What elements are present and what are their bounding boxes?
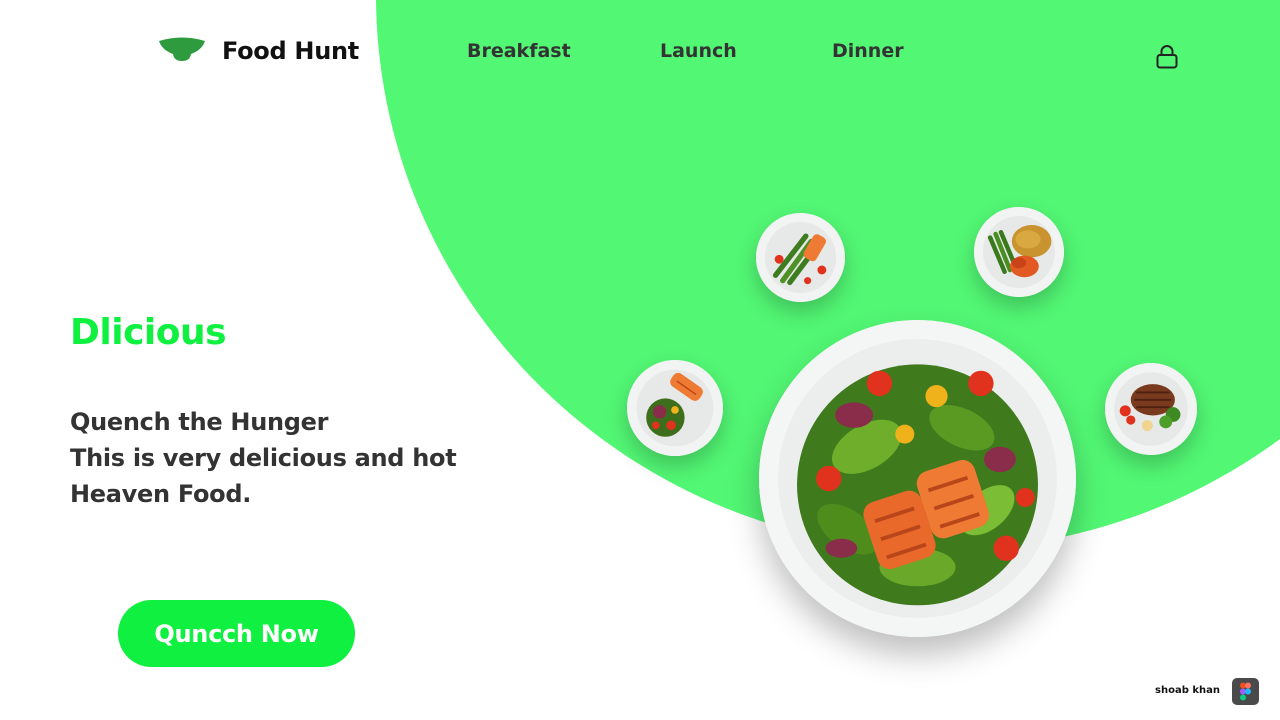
salmon-greens-plate[interactable] [627,360,723,456]
hero-line: Quench the Hunger [70,408,329,436]
hero-description: Quench the Hunger This is very delicious… [70,404,490,512]
landing-page: Food Hunt Breakfast Launch Dinner Dlicio… [0,0,1280,720]
hero-title: Dlicious [70,312,227,353]
figma-icon[interactable] [1232,678,1259,705]
main-nav: Breakfast Launch Dinner [0,40,1280,66]
author-credit: shoab khan [1155,685,1220,696]
salmon-salad-main-plate[interactable] [759,320,1076,637]
nav-item-dinner[interactable]: Dinner [832,40,904,62]
hero-line: Heaven Food. [70,480,252,508]
hero-line: This is very delicious and hot [70,444,457,472]
lock-icon[interactable] [1155,44,1179,70]
asparagus-salmon-plate[interactable] [756,213,845,302]
steak-broccoli-plate[interactable] [1105,363,1197,455]
quench-now-button[interactable]: Quncch Now [118,600,355,667]
nav-item-breakfast[interactable]: Breakfast [467,40,571,62]
nav-item-launch[interactable]: Launch [660,40,737,62]
green-beans-rice-plate[interactable] [974,207,1064,297]
